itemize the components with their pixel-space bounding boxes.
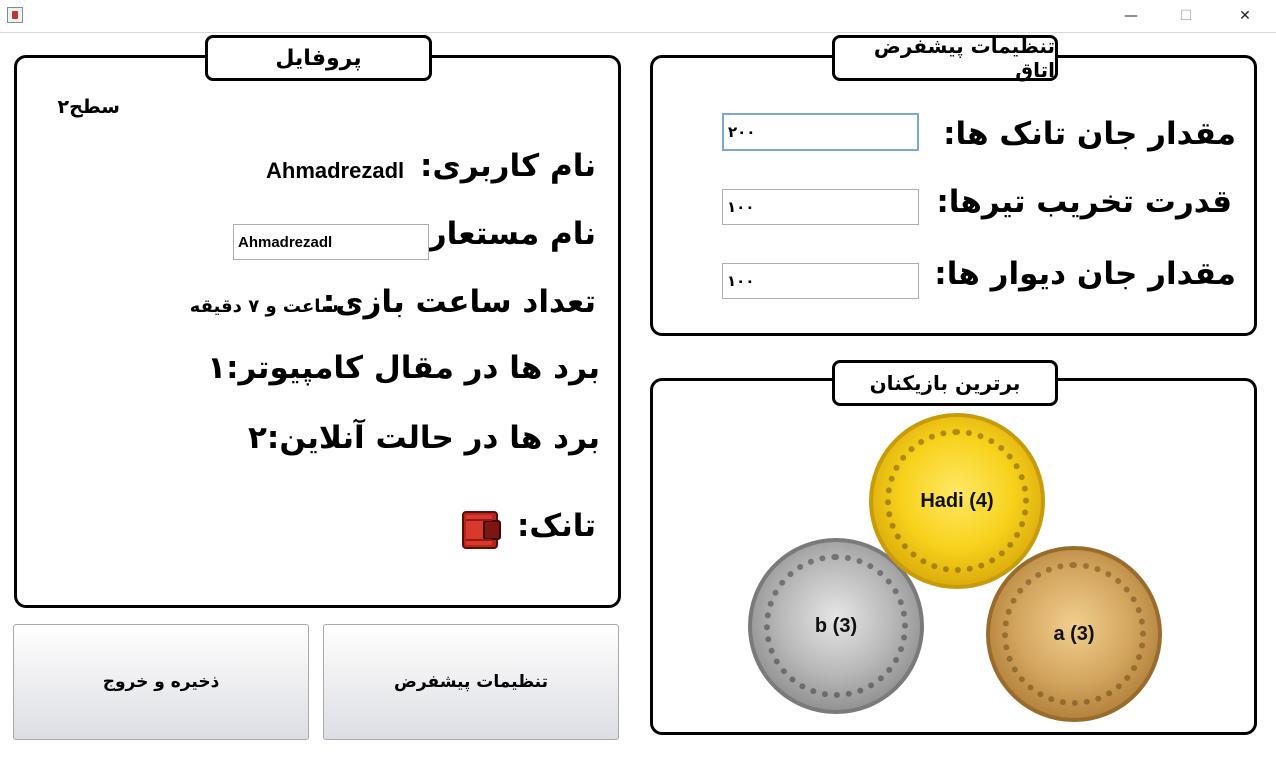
bronze-medal: a (3) [986, 546, 1162, 722]
default-settings-button[interactable]: تنظیمات پیشفرض [323, 624, 619, 740]
tank-hp-input[interactable]: ۲۰۰ [722, 113, 919, 151]
third-player: a (3) [1053, 622, 1095, 645]
wins-online-text: برد ها در حالت آنلاین: [266, 420, 600, 456]
room-settings-title: تنظیمات پیشفرض اتاق [832, 34, 1058, 82]
title-bar: — ☐ ✕ [0, 0, 1276, 32]
red-tank-icon [462, 511, 502, 549]
wins-computer-label: برد ها در مقال کامپیوتر:۱ [207, 350, 600, 386]
tank-hp-label: مقدار جان تانک ها: [943, 116, 1236, 152]
username-value: Ahmadrezadl [266, 158, 405, 183]
wall-hp-label: مقدار جان دیوار ها: [934, 256, 1236, 292]
second-player: b (3) [814, 614, 858, 637]
username-label: نام کاربری: [419, 148, 596, 184]
gold-medal: Hadi (4) [869, 413, 1045, 589]
playtime-value: ۰ ساعت و ۷ دقیقه [189, 296, 356, 317]
alias-label: نام مستعار: [416, 216, 596, 252]
bullet-damage-label: قدرت تخریب تیرها: [936, 184, 1232, 220]
wins-online-label: برد ها در حالت آنلاین:۲ [248, 420, 600, 456]
save-exit-button[interactable]: ذخیره و خروج [13, 624, 309, 740]
minimize-button[interactable]: — [1108, 0, 1154, 32]
top-players-title: برترین بازیکنان [832, 360, 1058, 406]
wall-hp-input[interactable]: ۱۰۰ [722, 263, 919, 299]
wins-computer-text: برد ها در مقال کامپیوتر: [226, 350, 600, 386]
tank-label: تانک: [516, 508, 596, 544]
close-button[interactable]: ✕ [1222, 0, 1268, 32]
maximize-button[interactable]: ☐ [1163, 0, 1209, 32]
minimize-icon: — [1124, 8, 1138, 24]
first-player: Hadi (4) [920, 489, 994, 512]
profile-title: پروفایل [205, 35, 432, 81]
maximize-icon: ☐ [1179, 8, 1193, 24]
alias-input[interactable]: Ahmadrezadl [233, 224, 429, 260]
bullet-damage-input[interactable]: ۱۰۰ [722, 189, 919, 225]
close-icon: ✕ [1239, 8, 1251, 24]
wins-computer-value: ۱ [207, 350, 227, 386]
wins-online-value: ۲ [248, 420, 267, 456]
java-cup-icon [7, 7, 23, 23]
playtime-label: تعداد ساعت بازی: [322, 284, 596, 320]
level-label: سطح۲ [57, 96, 121, 118]
